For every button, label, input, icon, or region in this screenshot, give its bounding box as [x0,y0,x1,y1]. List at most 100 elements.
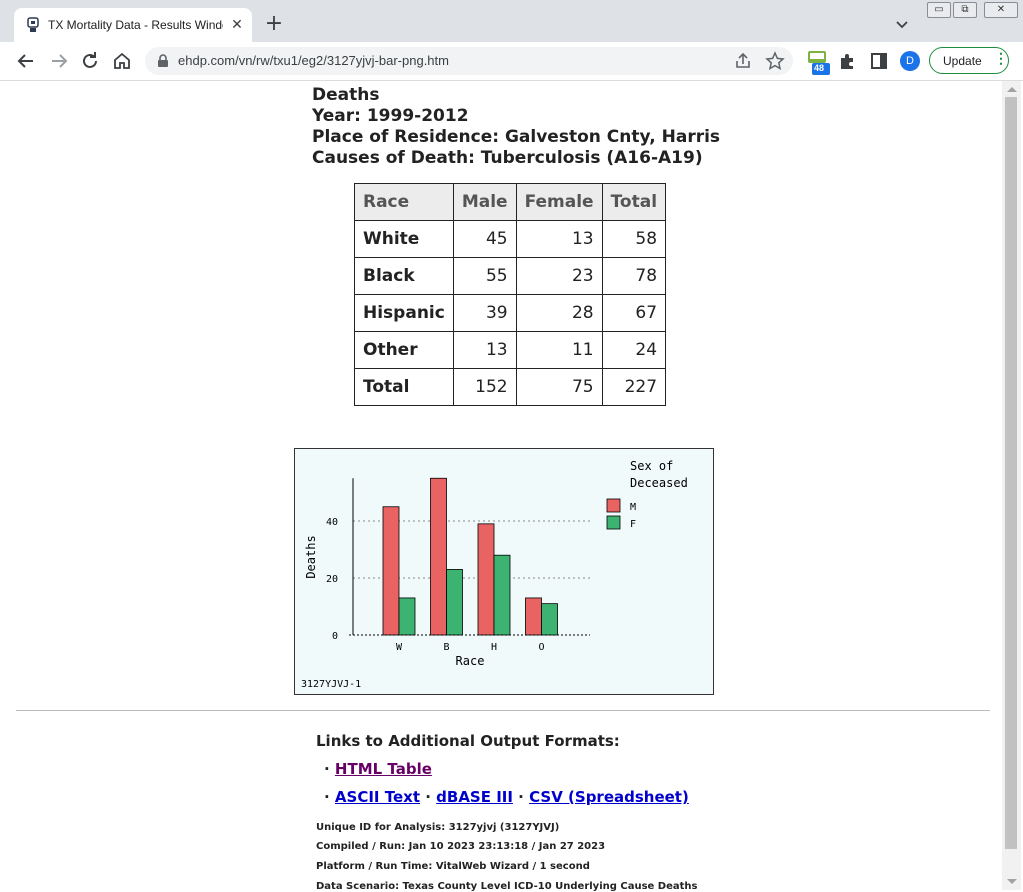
row-label: Other [354,331,454,369]
table-row: Black 55 23 78 [354,257,667,295]
tab-strip: TX Mortality Data - Results Window ✕ + ▭… [0,0,1023,42]
tab-close-icon[interactable]: ✕ [228,16,246,34]
links-row-1: · HTML Table [324,760,432,778]
chart-footer-id: 3127YJVJ-1 [301,679,361,690]
puzzle-icon[interactable] [838,51,858,71]
x-tick-label: H [491,642,497,653]
table-header-row: Race Male Female Total [354,183,667,221]
table-cell: 24 [601,331,667,369]
bar-M-H [477,523,495,636]
table-cell: 13 [452,331,517,369]
tab-favicon-icon [27,17,39,32]
platform-text: Platform / Run Time: VitalWeb Wizard / 1… [316,861,590,872]
bar-M-O [525,597,542,636]
row-label: Hispanic [354,294,454,332]
divider [16,710,990,711]
y-tick-label: 20 [326,574,338,585]
scroll-up-arrow-icon[interactable] [1007,87,1017,92]
page-viewport: Deaths Year: 1999-2012 Place of Residenc… [0,81,1002,892]
scroll-down-arrow-icon[interactable] [1007,879,1017,884]
column-header: Female [515,183,603,221]
kebab-menu-icon[interactable]: ⋮ [994,50,1008,67]
extension-icon[interactable]: 48 [806,49,830,75]
home-icon[interactable] [110,49,134,73]
new-tab-icon[interactable]: + [262,12,286,36]
bar-F-W [398,597,416,636]
legend-label: F [630,519,636,530]
legend-swatch-M [606,498,621,513]
scroll-thumb[interactable] [1005,97,1017,849]
table-cell: 58 [601,220,667,258]
x-tick-label: W [396,642,403,653]
csv-link[interactable]: CSV (Spreadsheet) [529,788,689,806]
ascii-text-link[interactable]: ASCII Text [335,788,420,806]
row-label: White [354,220,454,258]
y-tick-label: 40 [326,517,338,528]
bar-M-B [430,477,447,636]
update-button[interactable]: Update ⋮ [929,47,1009,74]
table-row: Hispanic 39 28 67 [354,294,667,332]
report-causes: Causes of Death: Tuberculosis (A16-A19) [312,148,703,168]
links-row-2: · ASCII Text · dBASE III · CSV (Spreadsh… [324,788,689,806]
bar-chart-image: 0 20 40 W B H O Race Deaths 3127YJVJ-1 Sex of Dece… [294,448,714,695]
dbase-link[interactable]: dBASE III [436,788,513,806]
legend-label: M [630,502,636,513]
report-place: Place of Residence: Galveston Cnty, Harr… [312,127,721,147]
restore-icon[interactable]: ⧉ [953,2,977,18]
browser-tab[interactable]: TX Mortality Data - Results Window ✕ [14,8,252,42]
table-row: Other 13 11 24 [354,331,667,369]
table-cell: 28 [515,294,603,332]
bar-F-H [493,554,511,636]
legend-title: Sex of [630,459,673,473]
report-year: Year: 1999-2012 [312,106,469,126]
address-bar[interactable]: ehdp.com/vn/rw/txu1/eg2/3127yjvj-bar-png… [145,47,793,75]
close-window-icon[interactable]: ✕ [984,2,1018,18]
report-title: Deaths [312,85,380,105]
legend-swatch-F [606,515,621,530]
bar-chart: 0 20 40 W B H O Race Deaths 3127YJVJ-1 Sex of Dece… [301,459,688,690]
bar-F-B [446,569,463,636]
forward-icon[interactable] [47,49,71,73]
tab-search-chevron-icon[interactable] [892,14,912,34]
table-cell: 55 [452,257,517,295]
data-scenario-text: Data Scenario: Texas County Level ICD-10… [316,881,698,892]
row-label: Black [354,257,454,295]
reload-icon[interactable] [78,49,102,73]
table-cell: 39 [452,294,517,332]
table-cell: 67 [601,294,667,332]
back-icon[interactable] [14,49,38,73]
x-tick-label: O [538,642,544,653]
browser-toolbar: ehdp.com/vn/rw/txu1/eg2/3127yjvj-bar-png… [0,42,1023,81]
table-cell: 13 [515,220,603,258]
profile-avatar[interactable]: D [900,51,920,71]
table-row: White 45 13 58 [354,220,667,258]
sidepanel-icon[interactable] [869,51,889,71]
table-total-row: Total 152 75 227 [354,368,667,406]
table-cell: 78 [601,257,667,295]
star-icon[interactable] [765,51,785,71]
column-header: Male [452,183,517,221]
bar-F-O [541,603,558,636]
table-cell: 45 [452,220,517,258]
row-label: Total [354,368,454,406]
legend-title: Deceased [630,476,688,490]
table-cell: 23 [515,257,603,295]
table-cell: 75 [515,368,603,406]
tab-title: TX Mortality Data - Results Window [48,18,223,32]
table-cell: 11 [515,331,603,369]
report-header: Deaths Year: 1999-2012 Place of Residenc… [312,85,720,169]
minimize-icon[interactable]: ▭ [927,2,951,18]
table-cell: 152 [452,368,517,406]
x-axis-title: Race [456,654,485,668]
extension-badge: 48 [814,63,825,73]
links-heading: Links to Additional Output Formats: [316,732,620,750]
bar-M-W [382,506,400,636]
table-cell: 227 [601,368,667,406]
lock-icon [158,54,168,67]
html-table-link[interactable]: HTML Table [335,760,432,778]
share-icon[interactable] [733,51,753,71]
compiled-text: Compiled / Run: Jan 10 2023 23:13:18 / J… [316,841,606,852]
y-tick-label: 0 [332,631,338,642]
unique-id-text: Unique ID for Analysis: 3127yjvj (3127YJ… [316,822,560,833]
vertical-scrollbar[interactable] [1002,81,1021,890]
